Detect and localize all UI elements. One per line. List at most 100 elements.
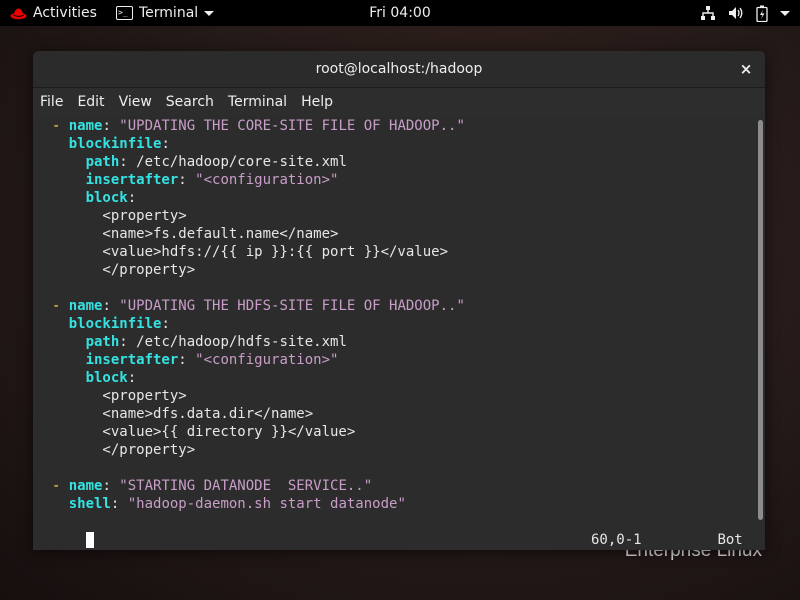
terminal-window[interactable]: root@localhost:/hadoop × File Edit View …: [33, 51, 765, 550]
code-token: insertafter: [85, 352, 179, 368]
activities-label: Activities: [33, 5, 97, 21]
editor-line: - name: "UPDATING THE HDFS-SITE FILE OF …: [35, 297, 755, 315]
terminal-content[interactable]: - name: "UPDATING THE CORE-SITE FILE OF …: [33, 116, 765, 550]
code-token: </property>: [35, 442, 196, 458]
code-token: <property>: [35, 208, 187, 224]
code-token: block: [85, 190, 128, 206]
code-token: <name>dfs.data.dir</name>: [35, 406, 314, 422]
code-token: <value>hdfs://{{ ip }}:{{ port }}</value…: [35, 244, 449, 260]
code-token: shell: [68, 496, 111, 512]
chevron-down-icon: [204, 10, 215, 16]
code-token: :: [178, 172, 196, 188]
code-token: "hadoop-daemon.sh start datanode": [127, 496, 406, 512]
editor-line: blockinfile:: [35, 315, 755, 333]
network-wired-icon: [701, 6, 715, 20]
code-token: :: [161, 136, 170, 152]
scroll-indicator: Bot: [717, 532, 743, 548]
code-token: path: [85, 334, 120, 350]
menu-search[interactable]: Search: [159, 88, 221, 116]
cursor-position: 60,0-1: [591, 532, 642, 548]
code-token: name: [68, 478, 103, 494]
editor-line: <value>{{ directory }}</value>: [35, 423, 755, 441]
code-token: :: [161, 316, 170, 332]
menu-terminal[interactable]: Terminal: [221, 88, 294, 116]
top-bar: Activities >_ Terminal Fri 04:00: [0, 0, 800, 26]
close-icon[interactable]: ×: [737, 60, 755, 78]
battery-icon: [756, 5, 768, 22]
code-token: "<configuration>": [195, 352, 339, 368]
clock[interactable]: Fri 04:00: [369, 5, 430, 21]
cursor-line: [35, 513, 94, 548]
code-token: :: [102, 298, 120, 314]
editor-buffer[interactable]: - name: "UPDATING THE CORE-SITE FILE OF …: [35, 117, 755, 513]
editor-line: blockinfile:: [35, 135, 755, 153]
editor-line: <property>: [35, 387, 755, 405]
editor-line: path: /etc/hadoop/core-site.xml: [35, 153, 755, 171]
activities-button[interactable]: Activities: [10, 0, 97, 26]
code-token: <value>{{ directory }}</value>: [35, 424, 356, 440]
code-token: <property>: [35, 388, 187, 404]
code-token: "<configuration>": [195, 172, 339, 188]
text-cursor: [85, 532, 94, 548]
code-token: <name>fs.default.name</name>: [35, 226, 339, 242]
code-token: </property>: [35, 262, 196, 278]
code-token: :: [102, 478, 120, 494]
menu-edit[interactable]: Edit: [70, 88, 111, 116]
scrollbar[interactable]: [758, 120, 763, 520]
editor-line: insertafter: "<configuration>": [35, 171, 755, 189]
code-token: :: [127, 190, 137, 206]
editor-line: - name: "UPDATING THE CORE-SITE FILE OF …: [35, 117, 755, 135]
code-token: name: [68, 118, 103, 134]
code-token: -: [51, 118, 69, 134]
code-token: blockinfile: [68, 136, 162, 152]
code-token: -: [51, 298, 69, 314]
editor-line: <name>fs.default.name</name>: [35, 225, 755, 243]
terminal-app-icon: >_: [116, 6, 133, 20]
code-token: "UPDATING THE HDFS-SITE FILE OF HADOOP..…: [119, 298, 465, 314]
window-titlebar[interactable]: root@localhost:/hadoop ×: [33, 51, 765, 88]
code-token: insertafter: [85, 172, 179, 188]
code-token: name: [68, 298, 103, 314]
app-menu-terminal[interactable]: >_ Terminal: [116, 0, 215, 26]
system-tray[interactable]: [700, 0, 790, 26]
code-token: :: [178, 352, 196, 368]
editor-line: block:: [35, 189, 755, 207]
code-token: "STARTING DATANODE SERVICE..": [119, 478, 373, 494]
code-token: :: [127, 370, 137, 386]
window-title: root@localhost:/hadoop: [315, 61, 483, 77]
editor-line: insertafter: "<configuration>": [35, 351, 755, 369]
code-token: :: [102, 118, 120, 134]
menu-help[interactable]: Help: [294, 88, 340, 116]
editor-line: block:: [35, 369, 755, 387]
code-token: path: [85, 154, 120, 170]
code-token: :: [110, 496, 128, 512]
volume-icon: [729, 7, 743, 19]
editor-line: </property>: [35, 441, 755, 459]
menu-file[interactable]: File: [33, 88, 70, 116]
code-token: block: [85, 370, 128, 386]
editor-line: - name: "STARTING DATANODE SERVICE..": [35, 477, 755, 495]
redhat-logo-icon: [10, 8, 27, 19]
power-menu-arrow-icon: [780, 10, 790, 16]
vim-status-line: 60,0-1 Bot: [591, 531, 743, 549]
menu-view[interactable]: View: [112, 88, 159, 116]
editor-line: shell: "hadoop-daemon.sh start datanode": [35, 495, 755, 513]
code-token: : /etc/hadoop/hdfs-site.xml: [119, 334, 347, 350]
code-token: "UPDATING THE CORE-SITE FILE OF HADOOP..…: [119, 118, 465, 134]
editor-line: path: /etc/hadoop/hdfs-site.xml: [35, 333, 755, 351]
code-token: blockinfile: [68, 316, 162, 332]
editor-line: <name>dfs.data.dir</name>: [35, 405, 755, 423]
